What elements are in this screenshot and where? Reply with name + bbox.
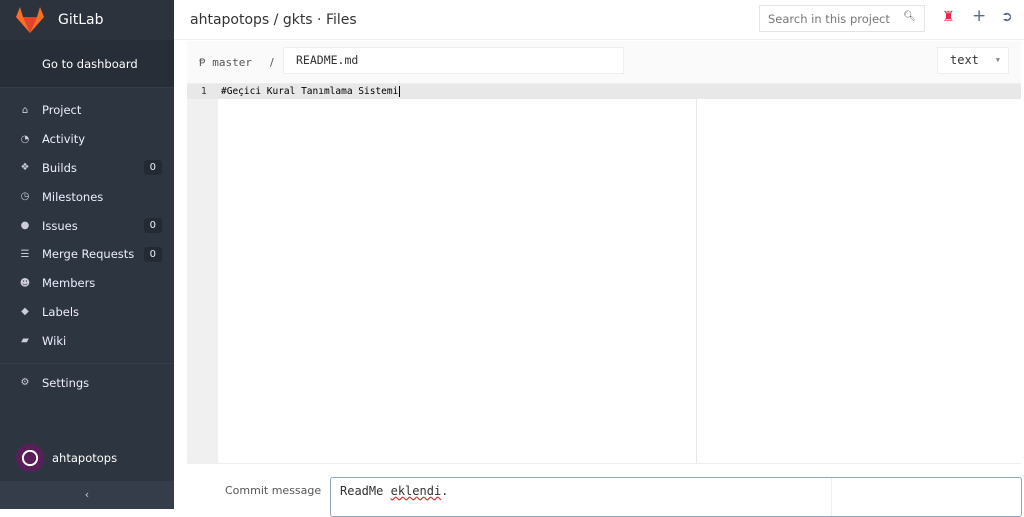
sidebar-item-label: Wiki xyxy=(42,333,67,348)
list-icon: ☰ xyxy=(20,248,30,260)
divider xyxy=(0,363,174,365)
sidebar-item-milestones[interactable]: ◷ Milestones xyxy=(0,182,174,211)
cogs-icon: ⚙ xyxy=(20,377,30,389)
branch-label: Ᵽ master xyxy=(199,56,252,69)
file-toolbar: Ᵽ master / README.md text ▼ xyxy=(187,41,1021,84)
sidebar-item-label: Members xyxy=(42,276,96,291)
sidebar-item-members[interactable]: ☻ Members xyxy=(0,269,174,298)
filename-input[interactable]: README.md xyxy=(283,47,624,74)
cubes-icon: ❖ xyxy=(20,162,30,174)
sidebar-item-issues[interactable]: ● Issues 0 xyxy=(0,211,174,240)
line-number: 1 xyxy=(201,86,207,97)
sidebar-item-wiki[interactable]: ▰ Wiki xyxy=(0,326,174,355)
code-editor[interactable]: 1 #Geçici Kural Tanımlama Sistemi xyxy=(187,84,1021,464)
page-title: ahtapotops / gkts · Files xyxy=(190,11,357,28)
sidebar-item-project[interactable]: ⌂ Project xyxy=(0,96,174,125)
dashboard-icon: ◔ xyxy=(20,133,30,145)
sidebar-item-label: Activity xyxy=(42,132,86,147)
users-icon: ☻ xyxy=(19,277,31,289)
sidebar-item-settings[interactable]: ⚙ Settings xyxy=(0,368,174,397)
sidebar-item-label: Builds xyxy=(42,160,77,175)
book-icon: ▰ xyxy=(21,335,29,347)
count-badge: 0 xyxy=(143,246,162,262)
avatar xyxy=(16,444,44,472)
search-input[interactable]: Search in this project 🔍︎ xyxy=(759,5,925,32)
clock-icon: ◷ xyxy=(20,191,30,203)
sidebar-item-label: Settings xyxy=(42,375,90,390)
path-separator: / xyxy=(270,56,274,69)
gitlab-fox-icon xyxy=(16,7,44,33)
tags-icon: ◆ xyxy=(21,306,29,318)
sign-out-icon[interactable]: ➲ xyxy=(1001,9,1013,25)
branch-icon: Ᵽ xyxy=(199,56,213,69)
sidebar-item-labels[interactable]: ◆ Labels xyxy=(0,298,174,327)
exclamation-circle-icon: ● xyxy=(20,220,30,232)
sidebar-item-builds[interactable]: ❖ Builds 0 xyxy=(0,154,174,183)
sidebar-item-merge-requests[interactable]: ☰ Merge Requests 0 xyxy=(0,240,174,269)
search-placeholder: Search in this project xyxy=(768,12,890,26)
username: ahtapotops xyxy=(52,451,118,465)
count-badge: 0 xyxy=(143,218,162,234)
collapse-sidebar-button[interactable]: ‹ xyxy=(0,481,174,509)
sidebar-item-activity[interactable]: ◔ Activity xyxy=(0,125,174,154)
mode-select[interactable]: text ▼ xyxy=(937,47,1009,74)
home-icon: ⌂ xyxy=(21,104,29,116)
header: ahtapotops / gkts · Files Search in this… xyxy=(174,0,1024,40)
sidebar-item-label: Issues xyxy=(42,218,78,233)
gitlab-logo[interactable]: GitLab xyxy=(0,0,174,40)
sidebar-item-label: Merge Requests xyxy=(42,247,135,262)
app-name: GitLab xyxy=(58,12,104,28)
commit-message-label: Commit message xyxy=(225,484,322,497)
search-icon: 🔍︎ xyxy=(903,11,916,22)
count-badge: 0 xyxy=(143,160,162,176)
plus-icon[interactable]: + xyxy=(972,6,986,26)
go-to-dashboard-link[interactable]: Go to dashboard xyxy=(0,40,174,88)
sidebar: GitLab Go to dashboard ⌂ Project ◔ Activity… xyxy=(0,0,174,509)
commit-message-input[interactable]: ReadMe eklendi. xyxy=(330,477,1022,517)
sidebar-item-label: Milestones xyxy=(42,189,104,204)
line-gutter xyxy=(187,84,218,463)
caret-down-icon: ▼ xyxy=(995,56,1000,64)
sidebar-item-label: Project xyxy=(42,103,82,118)
admin-area-icon[interactable]: ♜ xyxy=(942,9,955,25)
user-profile[interactable]: ahtapotops xyxy=(16,444,117,472)
print-margin xyxy=(696,84,697,463)
code-line[interactable]: #Geçici Kural Tanımlama Sistemi xyxy=(221,86,401,97)
sidebar-item-label: Labels xyxy=(42,304,80,319)
